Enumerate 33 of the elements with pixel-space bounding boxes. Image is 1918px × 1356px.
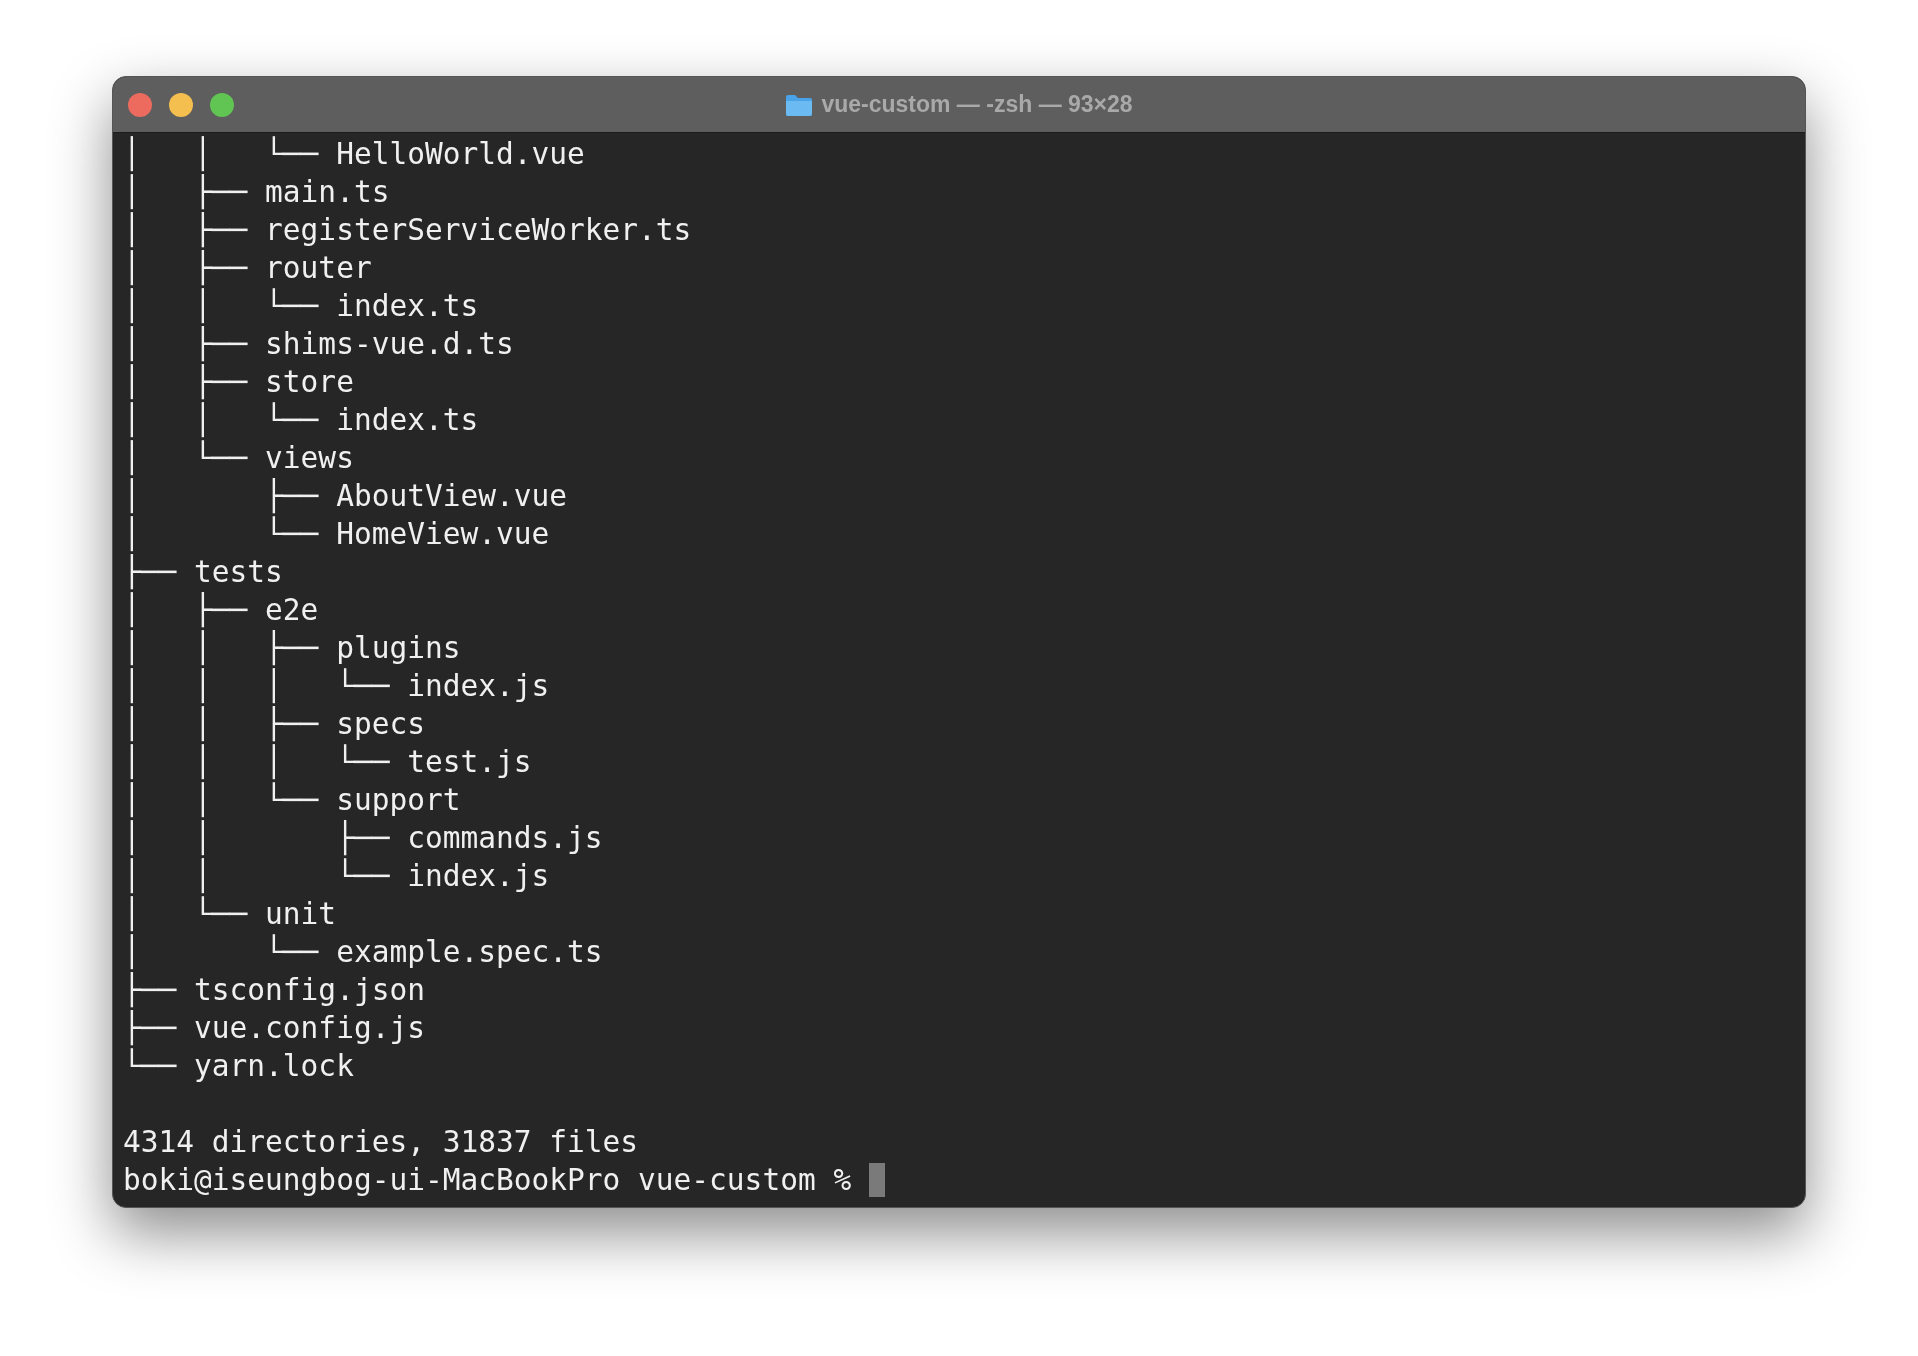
output-line: │ │ └── index.ts xyxy=(123,403,479,437)
output-line: │ ├── registerServiceWorker.ts xyxy=(123,213,692,247)
output-line: │ ├── shims-vue.d.ts xyxy=(123,327,514,361)
output-line: │ ├── router xyxy=(123,251,372,285)
output-line: └── yarn.lock xyxy=(123,1049,354,1083)
output-line: ├── tests xyxy=(123,555,283,589)
output-line: │ ├── e2e xyxy=(123,593,319,627)
folder-icon xyxy=(785,92,814,117)
output-line: │ │ └── support xyxy=(123,783,461,817)
output-line: │ ├── main.ts xyxy=(123,175,390,209)
output-line: │ │ │ └── test.js xyxy=(123,745,532,779)
output-line: ├── tsconfig.json xyxy=(123,973,425,1007)
output-line: │ └── HomeView.vue xyxy=(123,517,550,551)
text-cursor xyxy=(869,1163,886,1197)
close-button[interactable] xyxy=(128,92,152,117)
output-line: │ │ │ └── index.js xyxy=(123,669,550,703)
output-line: │ │ └── index.ts xyxy=(123,289,479,323)
window-title: vue-custom — -zsh — 93×28 xyxy=(821,90,1133,120)
output-line: │ │ ├── commands.js xyxy=(123,821,603,855)
output-line: │ └── unit xyxy=(123,897,337,931)
output-line: │ └── views xyxy=(123,441,354,475)
output-line: │ │ ├── specs xyxy=(123,707,425,741)
output-line: │ └── example.spec.ts xyxy=(123,935,603,969)
output-line: │ │ └── index.js xyxy=(123,859,550,893)
output-line: │ │ └── HelloWorld.vue xyxy=(123,137,585,171)
output-line: │ │ ├── plugins xyxy=(123,631,461,665)
summary-line: 4314 directories, 31837 files xyxy=(123,1125,639,1159)
output-line: ├── vue.config.js xyxy=(123,1011,425,1045)
output-line: │ ├── store xyxy=(123,365,354,399)
output-line: │ ├── AboutView.vue xyxy=(123,479,567,513)
zoom-button[interactable] xyxy=(210,92,234,117)
shell-prompt: boki@iseungbog-ui-MacBookPro vue-custom % xyxy=(123,1162,852,1199)
minimize-button[interactable] xyxy=(169,92,193,117)
